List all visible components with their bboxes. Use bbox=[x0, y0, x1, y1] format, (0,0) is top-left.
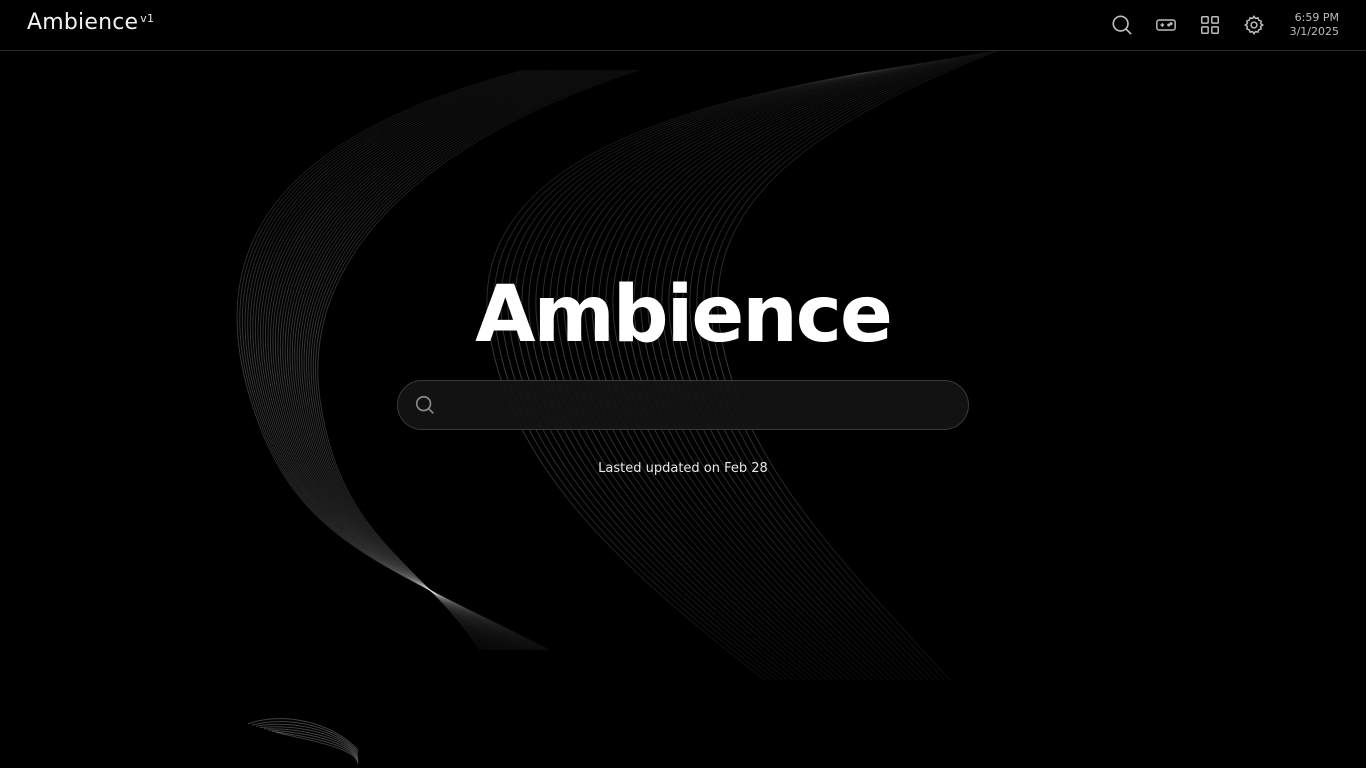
last-updated-text: Lasted updated on Feb 28 bbox=[598, 461, 768, 476]
top-bar: Ambience v1 6:59 PM 3/1/2025 bbox=[0, 0, 1366, 51]
apps-grid-icon[interactable] bbox=[1198, 13, 1222, 37]
toolbar-icons bbox=[1110, 13, 1266, 37]
clock-date: 3/1/2025 bbox=[1289, 25, 1339, 38]
brand-version: v1 bbox=[140, 12, 155, 25]
search-input[interactable] bbox=[446, 380, 948, 430]
gamepad-icon[interactable] bbox=[1154, 13, 1178, 37]
hero-title: Ambience bbox=[475, 270, 893, 360]
main-search-bar[interactable] bbox=[397, 380, 969, 430]
clock-time: 6:59 PM bbox=[1294, 11, 1339, 24]
clock: 6:59 PM 3/1/2025 bbox=[1290, 11, 1339, 39]
search-icon bbox=[415, 395, 434, 414]
brand-logo[interactable]: Ambience v1 bbox=[27, 10, 154, 35]
settings-gear-icon[interactable] bbox=[1242, 13, 1266, 37]
search-icon[interactable] bbox=[1110, 13, 1134, 37]
brand-name: Ambience bbox=[27, 10, 139, 35]
